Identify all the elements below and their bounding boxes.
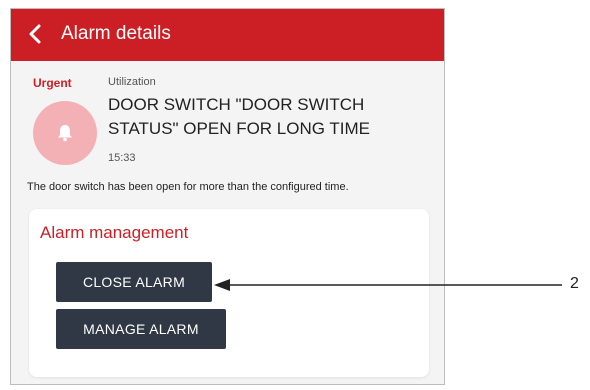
callout-arrow [214,279,562,291]
callout-number: 2 [570,275,579,292]
